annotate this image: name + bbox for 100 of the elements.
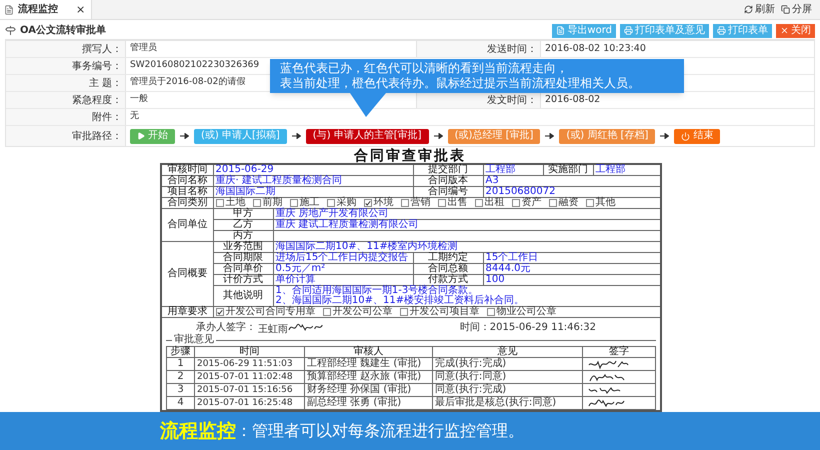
signer-name: 王虹雨	[258, 324, 288, 334]
form-value: 15个工作日	[483, 252, 661, 264]
table-cell: 2015-07-01 15:16:56	[194, 384, 304, 396]
option-label: 开发公司项目章	[410, 307, 480, 317]
form-label: 其他说明	[213, 286, 273, 306]
form-value: 2015-06-29	[213, 164, 413, 176]
refresh-link[interactable]: 刷新	[744, 2, 775, 17]
form-value: 单价计算	[273, 274, 413, 286]
checkbox[interactable]	[486, 308, 494, 316]
field-value: 无	[130, 110, 139, 124]
split-icon	[781, 5, 790, 14]
printer-icon	[624, 26, 633, 35]
form-label: 合同版本	[413, 176, 483, 186]
print-button[interactable]: 打印表单及意见	[620, 24, 709, 38]
checkbox[interactable]	[586, 199, 594, 207]
field-label: 发文时间：	[487, 94, 537, 108]
option-label: 融资	[558, 198, 578, 208]
form-value: 工程部	[593, 164, 661, 176]
tab[interactable]: 流程监控 ×	[0, 0, 92, 19]
option-label: 环境	[374, 198, 394, 208]
tooltip-text: 蓝色代表已办，红色代可以清晰的看到当前流程走向，	[280, 61, 569, 76]
checkbox[interactable]	[290, 199, 298, 207]
form-label: 合同编号	[413, 186, 483, 198]
checkbox[interactable]	[512, 199, 520, 207]
export-button[interactable]: 导出word	[552, 24, 616, 38]
table-cell: 副总经理 张勇 (审批)	[304, 396, 432, 410]
sign-time: 时间：2015-06-29 11:46:32	[460, 322, 596, 332]
form-value: 20150680072	[483, 186, 661, 198]
checkbox[interactable]	[216, 308, 224, 316]
refresh-icon	[744, 5, 753, 14]
workflow-step[interactable]: (或) 周红艳 [存档]	[559, 128, 656, 144]
table-cell: 2	[166, 370, 194, 384]
table-cell: 工程部经理 魏建生 (审批)	[304, 358, 432, 370]
banner-title: 流程监控	[160, 418, 236, 444]
print-button[interactable]: 打印表单	[713, 24, 772, 38]
column-header: 意见	[432, 346, 582, 358]
field-label: 审批路径：	[72, 130, 122, 144]
play-icon	[137, 132, 145, 140]
form-value: 海国国际二期	[213, 186, 413, 198]
workflow-step[interactable]: (与) 申请人的主管[审批]	[306, 128, 429, 144]
form-value: 工程部	[483, 164, 543, 176]
close-icon	[780, 26, 789, 35]
table-cell: 3	[166, 384, 194, 396]
option-label: 其他	[596, 198, 616, 208]
field-label: 主 题：	[88, 76, 122, 90]
field-label: 紧急程度：	[72, 94, 122, 108]
form-value: 重庆· 建试工程质量检测合同	[213, 176, 413, 186]
form-label: 合同单价	[213, 264, 273, 274]
close-button[interactable]: 关闭	[776, 24, 815, 38]
workflow-step[interactable]: (或) 申请人[拟稿]	[194, 128, 287, 144]
form-value: 重庆 房地产开发有限公司	[273, 208, 661, 220]
table-cell: 4	[166, 396, 194, 410]
split-link[interactable]: 分屏	[781, 2, 812, 17]
arrow-icon	[545, 133, 554, 139]
form-label: 甲方	[213, 208, 273, 220]
column-header: 审核人	[304, 346, 432, 358]
table-cell: 最后审批是核总(执行:同意)	[432, 396, 582, 410]
checkbox[interactable]	[400, 199, 408, 207]
form-label: 合同名称	[161, 176, 213, 186]
checkbox[interactable]	[364, 199, 372, 207]
document-title: 合同审查审批表	[354, 149, 466, 163]
document-icon	[4, 4, 14, 14]
form-label: 提交部门	[413, 164, 483, 176]
workflow-step[interactable]: 开始	[130, 128, 175, 144]
section-legend: 审批意见	[174, 335, 214, 345]
form-label: 合同概要	[161, 242, 213, 306]
option-label: 前期	[262, 198, 282, 208]
form-label: 合同期限	[213, 252, 273, 264]
arrow-icon	[180, 133, 189, 139]
option-label: 资产	[522, 198, 542, 208]
checkbox[interactable]	[322, 308, 330, 316]
option-label: 出租	[484, 198, 504, 208]
workflow-step[interactable]: 结束	[674, 128, 720, 144]
workflow-step[interactable]: (或)总经理 [审批]	[448, 128, 540, 144]
field-label: 附件：	[92, 110, 122, 124]
option-label: 施工	[300, 198, 320, 208]
form-label: 项目名称	[161, 186, 213, 198]
option-label: 物业公司公章	[496, 307, 556, 317]
form-label: 工期约定	[413, 252, 483, 264]
checkbox[interactable]	[400, 308, 408, 316]
table-cell: 2015-07-01 11:02:48	[194, 370, 304, 384]
form-value: 100	[483, 274, 661, 286]
checkbox[interactable]	[548, 199, 556, 207]
column-header: 签字	[582, 346, 656, 358]
field-value: 2016-08-02	[545, 92, 600, 107]
table-cell: 同意(执行:同意)	[432, 370, 582, 384]
checkbox[interactable]	[252, 199, 260, 207]
checkbox[interactable]	[438, 199, 446, 207]
checkbox[interactable]	[216, 199, 224, 207]
field-label: 撰写人：	[82, 42, 122, 56]
close-tab-button[interactable]: ×	[76, 4, 86, 15]
field-value: 管理员	[130, 42, 157, 56]
form-label: 付款方式	[413, 274, 483, 286]
column-header: 步骤	[166, 346, 194, 358]
checkbox[interactable]	[474, 199, 482, 207]
form-value: 0.5元／m²	[273, 264, 413, 274]
option-label: 开发公司公章	[332, 307, 392, 317]
checkbox[interactable]	[326, 199, 334, 207]
table-cell: 预算部经理 赵永旅 (审批)	[304, 370, 432, 384]
arrow-icon	[434, 133, 443, 139]
